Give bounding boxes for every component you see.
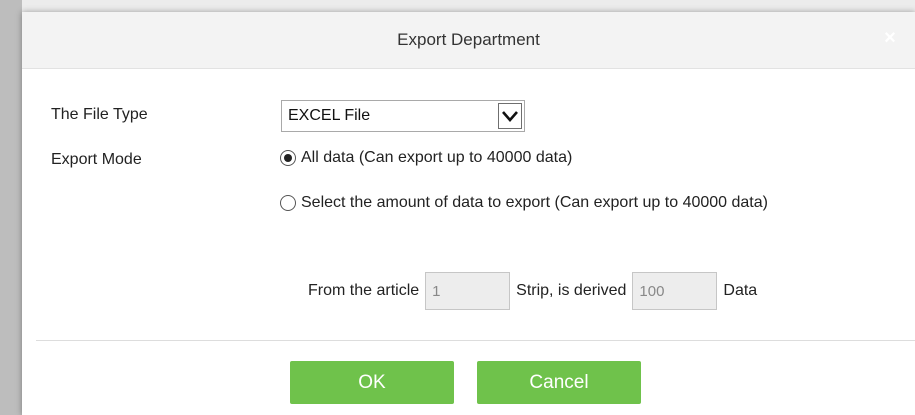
background-edge — [0, 0, 22, 415]
export-mode-label: Export Mode — [51, 151, 142, 168]
range-from-label: From the article — [308, 282, 420, 299]
export-department-dialog: Export Department × The File Type EXCEL … — [22, 12, 915, 415]
file-type-value: EXCEL File — [288, 107, 371, 124]
cancel-button[interactable]: Cancel — [477, 361, 641, 404]
range-from-input[interactable] — [425, 272, 511, 310]
close-icon[interactable]: × — [877, 25, 903, 51]
ok-button[interactable]: OK — [290, 361, 454, 404]
file-type-label: The File Type — [51, 106, 148, 123]
radio-select-amount[interactable] — [280, 195, 296, 211]
range-mid-label: Strip, is derived — [516, 282, 627, 299]
dialog-footer: OK Cancel — [22, 361, 915, 404]
radio-all-data[interactable] — [280, 150, 296, 166]
option-all-label: All data (Can export up to 40000 data) — [301, 149, 573, 166]
chevron-down-icon[interactable] — [498, 103, 522, 129]
dialog-content: The File Type EXCEL File Export Mode All… — [22, 69, 915, 341]
footer-divider — [36, 340, 915, 341]
export-mode-all-option[interactable]: All data (Can export up to 40000 data) — [280, 149, 572, 167]
dialog-titlebar: Export Department × — [22, 12, 915, 69]
range-count-input[interactable] — [632, 272, 718, 310]
file-type-select[interactable]: EXCEL File — [281, 100, 525, 132]
export-range-row: From the article Strip, is derived Data — [308, 272, 757, 310]
range-end-label: Data — [723, 282, 758, 299]
dialog-title: Export Department — [397, 30, 540, 49]
export-mode-select-option[interactable]: Select the amount of data to export (Can… — [280, 194, 768, 212]
option-select-label: Select the amount of data to export (Can… — [301, 194, 768, 211]
